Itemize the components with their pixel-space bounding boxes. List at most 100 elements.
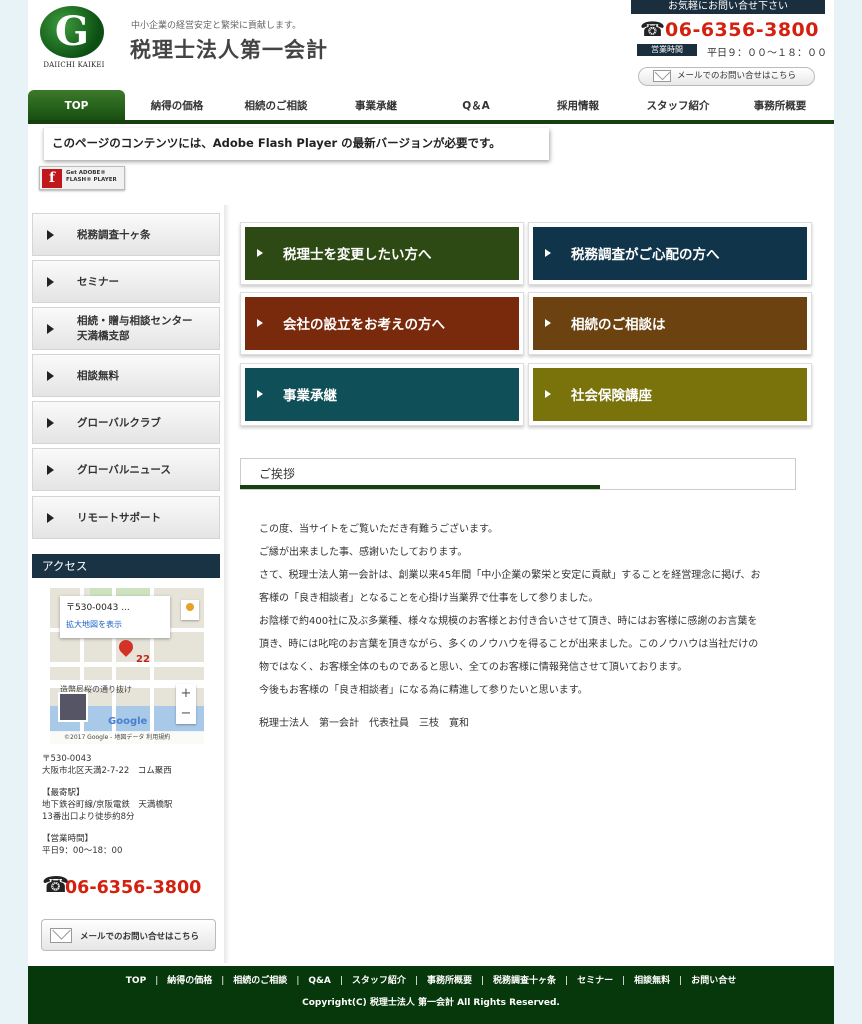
- map-marker-label: 22: [136, 654, 150, 665]
- get-flash-player-badge[interactable]: f Get ADOBE® FLASH® PLAYER: [39, 166, 125, 190]
- hours-badge: 営業時間: [637, 44, 697, 56]
- sidebar-phone-number[interactable]: 06-6356-3800: [65, 878, 201, 898]
- header-phone-number[interactable]: 06-6356-3800: [665, 19, 819, 41]
- nav-recruit[interactable]: 採用情報: [528, 90, 628, 120]
- tile-panel: 事業承継: [245, 368, 519, 421]
- tile-company-setup[interactable]: 会社の設立をお考えの方へ: [240, 292, 524, 355]
- nav-qa[interactable]: Q＆A: [426, 90, 526, 120]
- tile-social-insurance[interactable]: 社会保険講座: [528, 363, 812, 426]
- map-copyright: ©2017 Google - 地図データ 利用規約: [50, 731, 204, 744]
- arrow-right-icon: [47, 465, 54, 475]
- footer-link-qa[interactable]: Q&A: [308, 976, 330, 986]
- station-line-2: 13番出口より徒歩約8分: [42, 812, 135, 822]
- arrow-right-icon: [257, 390, 263, 398]
- tile-panel: 税務調査がご心配の方へ: [533, 227, 807, 280]
- footer-link-office[interactable]: 事務所概要: [427, 976, 472, 986]
- tile-label: 社会保険講座: [571, 388, 652, 404]
- sidebar-item-tax-audit[interactable]: 税務調査十ヶ条: [32, 213, 220, 256]
- tile-inheritance[interactable]: 相続のご相談は: [528, 292, 812, 355]
- sidebar-item-label: 相続・贈与相談センター 天満橋支部: [77, 315, 193, 342]
- greeting-line: 頂き、時には叱咤のお言葉を頂きながら、多くのノウハウを得ることが出来ました。この…: [259, 639, 759, 650]
- greeting-signature: 税理士法人 第一会計 代表社員 三枝 寛和: [259, 718, 469, 729]
- site-title[interactable]: 税理士法人第一会計: [130, 34, 328, 64]
- tile-panel: 税理士を変更したい方へ: [245, 227, 519, 280]
- mail-icon: [653, 70, 671, 82]
- map-popup-address: 〒530-0043 ...: [66, 603, 130, 613]
- street-view-icon[interactable]: [181, 600, 199, 620]
- nav-staff[interactable]: スタッフ紹介: [628, 90, 728, 120]
- arrow-right-icon: [47, 324, 54, 334]
- nav-top[interactable]: TOP: [28, 90, 125, 120]
- logo-mark: G: [40, 6, 104, 58]
- logo-text: DAIICHI KAIKEI: [43, 61, 105, 69]
- site-logo[interactable]: G DAIICHI KAIKEI: [40, 6, 106, 69]
- sidebar-item-label: 税務調査十ヶ条: [77, 229, 151, 241]
- map-street: [50, 662, 204, 667]
- sidebar-divider: [224, 205, 230, 963]
- footer-link-pricing[interactable]: 納得の価格: [167, 976, 212, 986]
- arrow-right-icon: [545, 319, 551, 327]
- greeting-line: お陰様で約400社に及ぶ多業種、様々な規模のお客様とお付き合いさせて頂き、時には…: [259, 616, 758, 627]
- footer-link-contact[interactable]: お問い合せ: [691, 976, 736, 986]
- sidebar-item-label: グローバルニュース: [77, 464, 171, 476]
- mail-button-label: メールでのお問い合せはこちら: [80, 932, 200, 942]
- flash-notice: このページのコンテンツには、Adobe Flash Player の最新バージョ…: [43, 128, 549, 160]
- footer-link-free-consultation[interactable]: 相談無料: [634, 976, 670, 986]
- map-zoom-control[interactable]: + −: [176, 684, 196, 724]
- sidebar-item-global-club[interactable]: グローバルクラブ: [32, 401, 220, 444]
- sidebar-item-label: 相談無料: [77, 370, 119, 382]
- arrow-right-icon: [47, 277, 54, 287]
- nav-inheritance[interactable]: 相続のご相談: [226, 90, 326, 120]
- map-marker-icon[interactable]: [116, 637, 136, 657]
- sidebar: 税務調査十ヶ条 セミナー 相続・贈与相談センター 天満橋支部 相談無料 グローバ…: [32, 205, 230, 963]
- greeting-line: この度、当サイトをご覧いただき有難うございます。: [259, 524, 498, 535]
- sidebar-item-free-consultation[interactable]: 相談無料: [32, 354, 220, 397]
- tile-change-accountant[interactable]: 税理士を変更したい方へ: [240, 222, 524, 285]
- tile-label: 税務調査がご心配の方へ: [571, 247, 720, 263]
- footer-links: TOP | 納得の価格 | 相続のご相談 | Q&A | スタッフ紹介 | 事務所概要 | 税務調査十ヶ…: [125, 976, 737, 986]
- tile-tax-audit[interactable]: 税務調査がご心配の方へ: [528, 222, 812, 285]
- zoom-out-button[interactable]: −: [176, 704, 196, 724]
- footer-link-top[interactable]: TOP: [126, 976, 146, 986]
- footer-link-seminar[interactable]: セミナー: [577, 976, 613, 986]
- sidebar-item-label: グローバルクラブ: [77, 417, 161, 429]
- map-enlarge-link[interactable]: 拡大地図を表示: [66, 619, 164, 630]
- main-nav: TOP 納得の価格 相続のご相談 事業承継 Q＆A 採用情報 スタッフ紹介 事務…: [28, 90, 834, 124]
- street-address: 大阪市北区天満2-7-22 コム聚西: [42, 766, 172, 776]
- footer-link-inheritance[interactable]: 相続のご相談: [233, 976, 287, 986]
- greeting-underline: [240, 485, 600, 489]
- map-info-popup: 〒530-0043 ... 拡大地図を表示: [60, 596, 170, 638]
- nav-office[interactable]: 事務所概要: [728, 90, 832, 120]
- greeting-line: 物ではなく、お客様全体のものであると思い、全てのお客様に情報発信させて頂いており…: [259, 662, 688, 673]
- footer-link-tax-audit[interactable]: 税務調査十ヶ条: [493, 976, 556, 986]
- arrow-right-icon: [257, 249, 263, 257]
- arrow-right-icon: [47, 513, 54, 523]
- zoom-in-button[interactable]: +: [176, 684, 196, 704]
- sidebar-mail-button[interactable]: メールでのお問い合せはこちら: [41, 919, 216, 951]
- greeting-body: この度、当サイトをご覧いただき有難うございます。 ご縁が出来ました事、感謝いたし…: [259, 518, 809, 702]
- google-logo: Google: [108, 716, 148, 727]
- sidebar-item-remote-support[interactable]: リモートサポート: [32, 496, 220, 539]
- footer-link-staff[interactable]: スタッフ紹介: [352, 976, 406, 986]
- page: G DAIICHI KAIKEI 中小企業の経営安定と繁栄に貢献します。 税理士…: [28, 0, 834, 1024]
- sidebar-item-label: セミナー: [77, 276, 119, 288]
- tile-business-succession[interactable]: 事業承継: [240, 363, 524, 426]
- sidebar-item-seminar[interactable]: セミナー: [32, 260, 220, 303]
- arrow-right-icon: [47, 418, 54, 428]
- tagline: 中小企業の経営安定と繁栄に貢献します。: [131, 21, 302, 31]
- nav-pricing[interactable]: 納得の価格: [128, 90, 226, 120]
- header-mail-button[interactable]: メールでのお問い合せはこちら: [638, 67, 815, 86]
- hours-text: 平日９：００～１８：００: [707, 48, 827, 59]
- sidebar-item-inheritance-center[interactable]: 相続・贈与相談センター 天満橋支部: [32, 307, 220, 350]
- satellite-toggle[interactable]: [58, 692, 88, 722]
- tile-label: 税理士を変更したい方へ: [283, 247, 432, 263]
- arrow-right-icon: [545, 390, 551, 398]
- greeting-line: 客様の「良き相談者」となることを心掛け当業界で仕事をして参りました。: [259, 593, 599, 604]
- mail-icon: [50, 928, 72, 943]
- nav-succession[interactable]: 事業承継: [326, 90, 426, 120]
- sidebar-item-global-news[interactable]: グローバルニュース: [32, 448, 220, 491]
- tile-label: 会社の設立をお考えの方へ: [283, 317, 445, 333]
- greeting-line: ご縁が出来ました事、感謝いたしております。: [259, 547, 468, 558]
- google-map[interactable]: 造幣局桜の通り抜け 〒530-0043 ... 拡大地図を表示 22 + − G…: [50, 588, 204, 744]
- arrow-right-icon: [47, 230, 54, 240]
